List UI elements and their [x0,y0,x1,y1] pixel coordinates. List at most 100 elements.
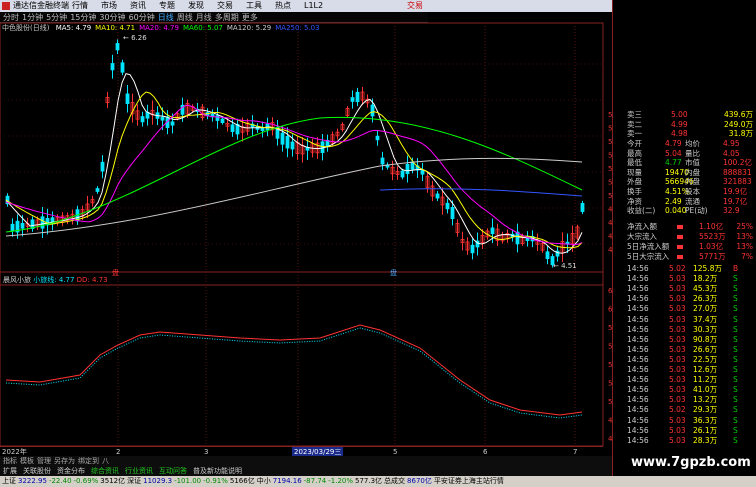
order-label: 卖二 [627,119,642,129]
stat-cell: 内盘 [685,177,700,187]
tick-time: 14:56 [627,405,649,415]
bottom-tab[interactable]: 综合资讯 [88,467,122,475]
stat-row: 换手 4.51% 股本 19.9亿 [613,187,756,197]
index-name: 总成交 [384,477,406,485]
candle [20,223,25,229]
tick-time: 14:56 [627,395,649,405]
candle [370,104,375,117]
ma250-line [379,188,583,197]
stat-cell: 888831 [723,167,752,177]
candle [435,193,440,199]
tick-vol: 11.2万 [693,375,718,385]
index-value: 7194.16 [272,477,302,485]
order-label: 卖三 [627,110,642,119]
index-name: 深证 [127,477,142,485]
flow-label: 净流入额 [627,222,657,231]
tick-vol: 18.2万 [693,274,718,284]
candle [170,121,175,126]
candle [10,223,15,232]
toolbar-item[interactable]: 指标 [3,457,17,465]
candle [405,163,410,175]
tick-price: 5.02 [669,264,686,273]
toolbar-item[interactable]: 模板 [20,457,34,465]
tick-time: 14:56 [627,334,649,344]
tick-price: 5.03 [669,425,686,435]
tick-vol: 36.3万 [693,415,718,425]
tick-row: 14:56 5.03 26.3万 S [613,294,756,304]
candle [40,216,45,229]
stat-cell: 4.77 [665,158,682,168]
bottom-tab[interactable]: 互动问答 [156,467,190,475]
bottom-tab[interactable]: 普及新功能说明 [190,467,245,475]
tick-price: 5.02 [669,405,686,415]
tick-dir: S [733,324,738,334]
bottom-tab[interactable]: 行业资讯 [122,467,156,475]
tick-dir: S [733,425,738,435]
tick-row: 14:56 5.03 45.3万 S [613,284,756,294]
flow-bar [677,255,683,259]
tick-time: 14:56 [627,435,649,445]
stat-cell: 19.7亿 [723,196,748,206]
indicator-legend: 晨风小旅 小旅线: 4.77 DD: 4.73 [3,276,108,285]
high-price-label: ← 6.26 [123,34,147,42]
tick-vol: 27.0万 [693,304,718,314]
flow-label: 5日大宗流入 [627,252,670,261]
bottom-tab[interactable]: 关联股份 [20,467,54,475]
order-row: 卖一 4.98 31.8万 [613,129,756,139]
candle [355,91,360,103]
index-change: -101.00 [174,477,202,485]
index-pct: -0.69% [73,477,99,485]
tick-row: 14:56 5.02 125.8万 B [613,264,756,274]
candle [280,132,285,145]
stat-row: 外盘 566946 内盘 321883 [613,177,756,187]
flow-pct: 25% [736,222,753,231]
flow-bar [677,225,683,229]
tick-vol: 90.8万 [693,334,718,344]
toolbar-item[interactable]: 绑定到 [78,457,99,465]
tick-price: 5.03 [669,314,686,324]
tick-time: 14:56 [627,415,649,425]
tick-price: 5.03 [669,365,686,374]
tick-vol: 26.6万 [693,344,718,354]
tick-row: 14:56 5.03 36.3万 S [613,416,756,426]
tick-dir: S [733,294,738,304]
tick-row: 14:56 5.03 41.0万 S [613,385,756,395]
candle [120,62,125,73]
tick-price: 5.03 [669,375,686,385]
tick-dir: S [733,304,738,314]
candle [125,93,130,104]
bottom-tab-bar: 扩展 关联股份 资金分布 综合资讯 行业资讯 互动问答 普及新功能说明 [0,466,612,476]
tick-vol: 125.8万 [693,264,722,273]
indicator-red-line [5,324,583,416]
ma20-line [5,104,583,246]
indicator-toolbar: 指标 模板 管理 另存为 绑定到八 [0,456,612,466]
flow-pct: 13% [736,232,753,241]
stat-cell: 收益(二) [627,206,656,216]
tick-dir: S [733,395,738,405]
flow-label: 5日净流入额 [627,242,670,251]
tick-price: 5.03 [669,435,686,445]
stat-cell: 外盘 [627,177,642,187]
candle [290,141,295,150]
order-vol: 439.6万 [724,110,753,119]
bottom-tab[interactable]: 资金分布 [54,467,88,475]
stat-cell: 5.04 [665,148,682,158]
candle [285,135,290,149]
kline-chart[interactable]: 5.805.605.405.305.205.105.004.904.804.70… [0,0,612,446]
toolbar-item[interactable]: 管理 [37,457,51,465]
tick-row: 14:56 5.03 11.2万 S [613,375,756,385]
ma-legend: 中色股份(日线) MA5: 4.79 MA10: 4.71 MA20: 4.79 MA… [2,23,324,33]
bottom-tab[interactable]: 扩展 [0,467,20,475]
tick-price: 5.03 [669,415,686,425]
tick-dir: S [733,344,738,354]
candle [260,127,265,132]
indicator-name[interactable]: 晨风小旅 [3,276,31,284]
candle [215,115,220,121]
index-name: 上证 [2,477,16,485]
toolbar-item[interactable]: 八 [102,457,109,465]
status-bar: 上证 3222.95 -22.40 -0.69% 3512亿 深证 11029.3 -101.… [0,476,756,487]
tick-dir: S [733,405,738,415]
toolbar-item[interactable]: 另存为 [54,457,75,465]
tick-row: 14:56 5.03 26.1万 S [613,426,756,436]
stat-row: 今开 4.79 均价 4.95 [613,139,756,149]
